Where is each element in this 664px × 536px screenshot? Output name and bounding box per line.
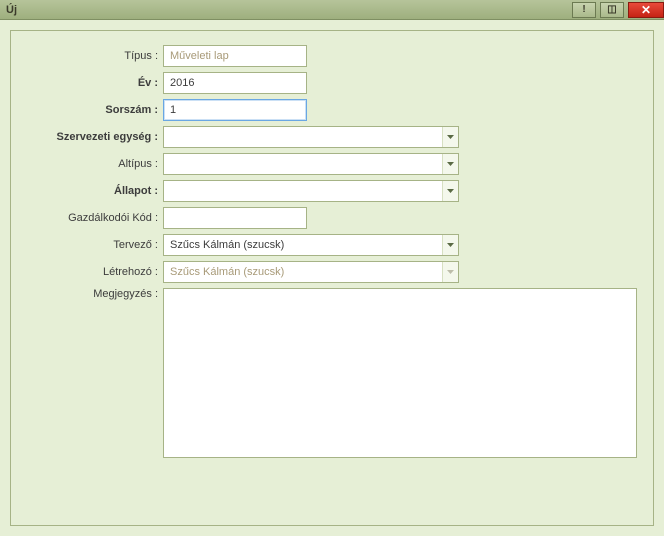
chevron-down-icon (442, 181, 458, 201)
exclamation-icon: ! (582, 4, 585, 15)
combo-allapot-text (164, 181, 442, 201)
close-button[interactable]: ✕ (628, 2, 664, 18)
combo-letrehozo: Szűcs Kálmán (szucsk) (163, 261, 459, 283)
label-ev: Év : (23, 77, 163, 89)
input-gazdkod[interactable] (163, 207, 307, 229)
content-area: Típus : Év : Sorszám : Szervezeti egység… (0, 20, 664, 536)
pin-icon: ◫ (607, 4, 616, 15)
textarea-megjegyzes[interactable] (163, 288, 637, 458)
input-tipus (163, 45, 307, 67)
label-allapot: Állapot : (23, 185, 163, 197)
help-button[interactable]: ! (572, 2, 596, 18)
combo-altipus-text (164, 154, 442, 174)
input-sorszam[interactable] (163, 99, 307, 121)
dialog-window: Új ! ◫ ✕ Típus : Év : (0, 0, 664, 536)
chevron-down-icon (442, 127, 458, 147)
label-tipus: Típus : (23, 50, 163, 62)
input-ev[interactable] (163, 72, 307, 94)
label-szervezet: Szervezeti egység : (23, 131, 163, 143)
close-icon: ✕ (641, 3, 651, 17)
label-gazdkod: Gazdálkodói Kód : (23, 212, 163, 224)
label-tervezo: Tervező : (23, 239, 163, 251)
label-sorszam: Sorszám : (23, 104, 163, 116)
titlebar: Új ! ◫ ✕ (0, 0, 664, 20)
window-title: Új (6, 4, 568, 16)
chevron-down-icon (442, 235, 458, 255)
combo-altipus[interactable] (163, 153, 459, 175)
label-altipus: Altípus : (23, 158, 163, 170)
pin-button[interactable]: ◫ (600, 2, 624, 18)
combo-letrehozo-text: Szűcs Kálmán (szucsk) (164, 262, 442, 282)
chevron-down-icon (442, 262, 458, 282)
combo-szervezet-text (164, 127, 442, 147)
label-megjegyzes: Megjegyzés : (23, 288, 163, 300)
form-panel: Típus : Év : Sorszám : Szervezeti egység… (10, 30, 654, 526)
label-letrehozo: Létrehozó : (23, 266, 163, 278)
combo-allapot[interactable] (163, 180, 459, 202)
combo-tervezo-text: Szűcs Kálmán (szucsk) (164, 235, 442, 255)
combo-tervezo[interactable]: Szűcs Kálmán (szucsk) (163, 234, 459, 256)
combo-szervezet[interactable] (163, 126, 459, 148)
chevron-down-icon (442, 154, 458, 174)
